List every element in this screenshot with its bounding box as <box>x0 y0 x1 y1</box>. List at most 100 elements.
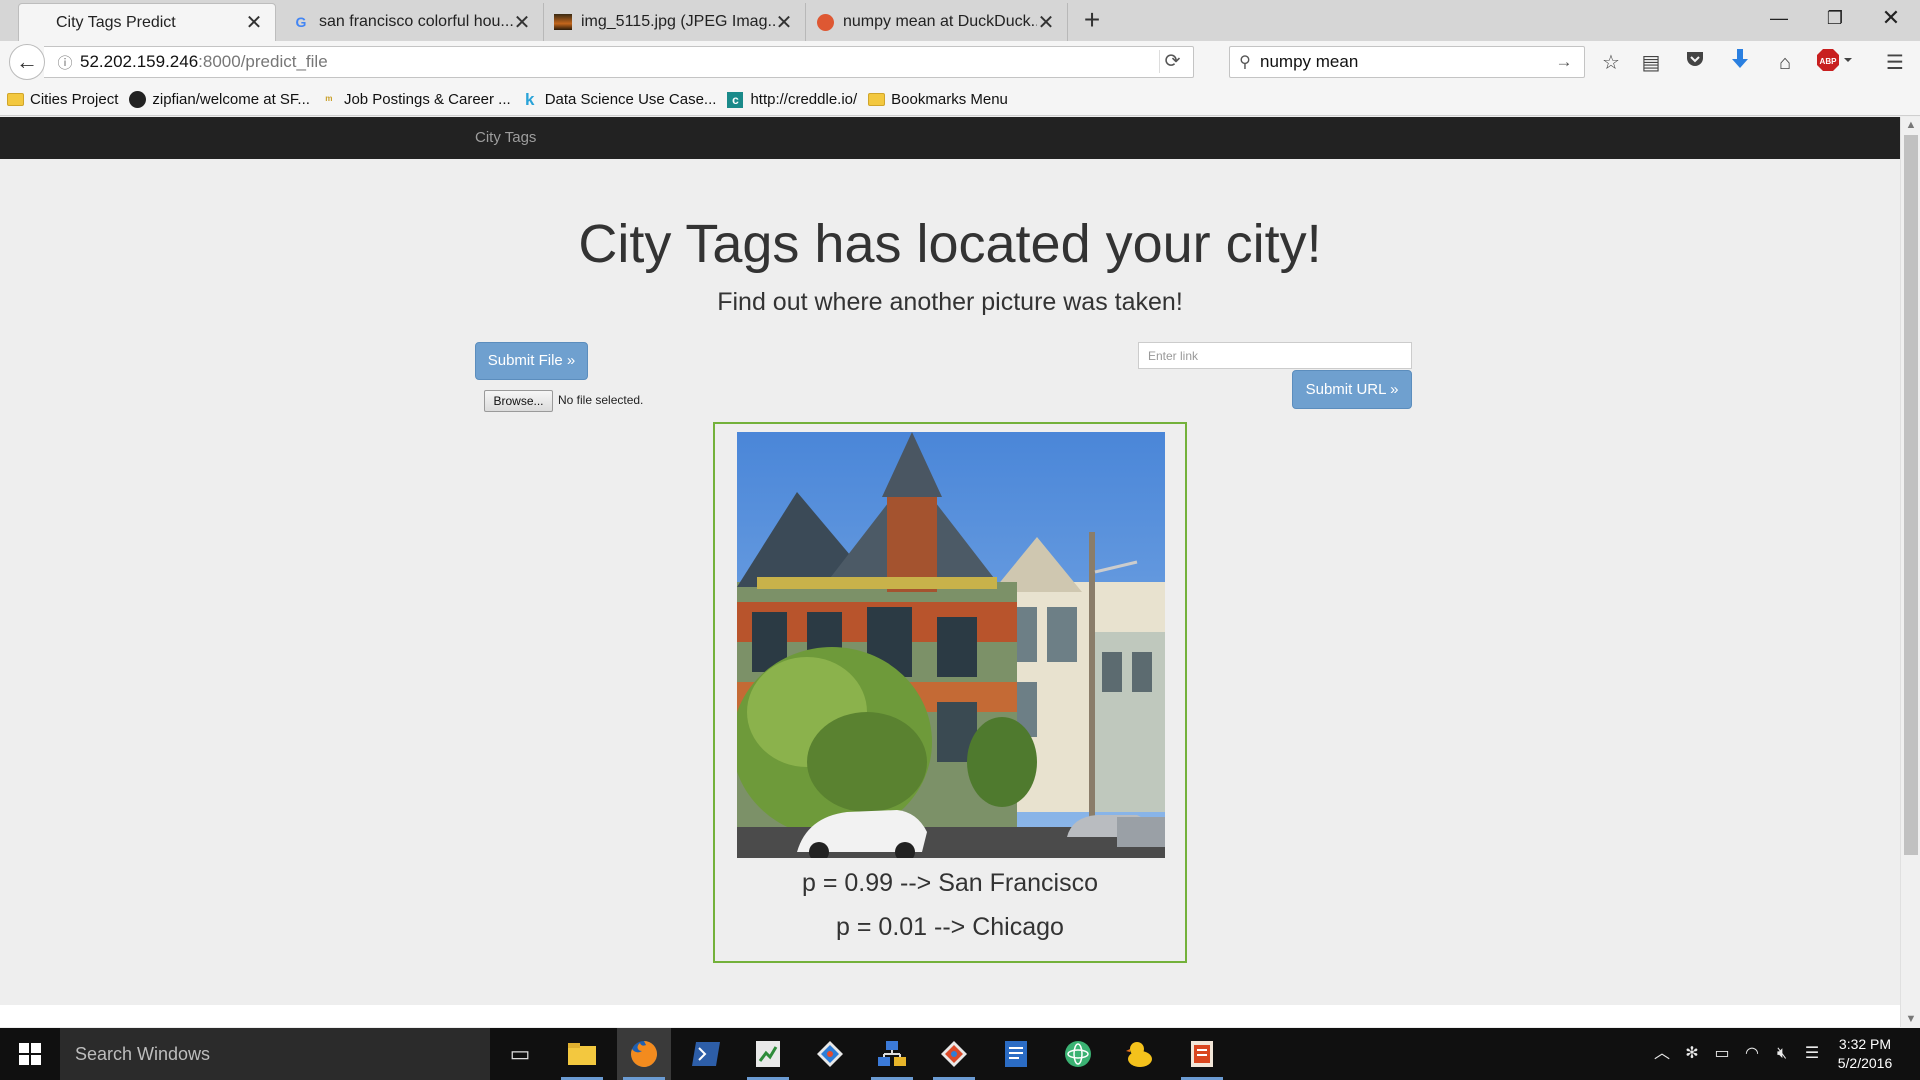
tab-strip: City Tags Predict ✕ G san francisco colo… <box>0 0 1920 41</box>
task-view-icon[interactable]: ▭ <box>493 1028 547 1080</box>
volume-muted-icon[interactable]: 🔇︎ <box>1767 1028 1797 1080</box>
bookmark-label: Cities Project <box>30 91 119 108</box>
bookmarks-toolbar: Cities Project zipfian/welcome at SF... … <box>0 84 1920 116</box>
atom-editor-icon[interactable] <box>1051 1028 1105 1080</box>
prediction-line-1: p = 0.99 --> San Francisco <box>802 869 1098 897</box>
page-viewport: City Tags City Tags has located your cit… <box>0 117 1900 1027</box>
close-icon[interactable]: ✕ <box>245 10 263 35</box>
image-thumbnail-icon <box>554 13 572 31</box>
bookmark-job-postings[interactable]: ᵐ Job Postings & Career ... <box>320 91 511 109</box>
close-window-icon[interactable]: ✕ <box>1868 0 1914 36</box>
tab-city-tags-predict[interactable]: City Tags Predict ✕ <box>18 3 276 41</box>
scroll-down-arrow-icon[interactable]: ▼ <box>1901 1013 1920 1025</box>
browse-file-button[interactable]: Browse... <box>484 390 553 412</box>
pocket-icon[interactable] <box>1680 49 1710 77</box>
search-icon: ⚲ <box>1239 54 1251 71</box>
k-icon: k <box>524 89 535 109</box>
link-input[interactable] <box>1138 342 1412 369</box>
c-icon: c <box>726 91 744 109</box>
search-go-arrow-icon[interactable]: → <box>1550 52 1578 72</box>
tab-title: numpy mean at DuckDuck... <box>843 13 1037 30</box>
adblock-plus-icon[interactable]: ABP <box>1815 49 1855 77</box>
git-diamond-icon[interactable] <box>803 1028 857 1080</box>
scroll-up-arrow-icon[interactable]: ▲ <box>1901 119 1920 131</box>
page-footer-area <box>0 1005 1900 1027</box>
site-navbar: City Tags <box>0 117 1900 159</box>
firefox-icon[interactable] <box>617 1028 671 1080</box>
submit-file-button[interactable]: Submit File » <box>475 342 588 380</box>
svg-text:ABP: ABP <box>1820 57 1838 66</box>
new-tab-plus-icon[interactable]: + <box>1077 4 1107 36</box>
tab-title: san francisco colorful hou... <box>319 13 513 30</box>
reload-icon[interactable]: ⟳ <box>1159 50 1185 73</box>
duck-app-icon[interactable] <box>1113 1028 1167 1080</box>
spreadsheet-app-icon[interactable] <box>741 1028 795 1080</box>
clock-time: 3:32 PM <box>1838 1036 1892 1052</box>
page-subtitle: Find out where another picture was taken… <box>717 288 1183 316</box>
page-title: City Tags has located your city! <box>578 214 1322 274</box>
uploaded-city-photo <box>737 432 1165 858</box>
bookmark-zipfian-welcome[interactable]: zipfian/welcome at SF... <box>128 91 310 109</box>
close-icon[interactable]: ✕ <box>513 10 531 35</box>
bookmark-data-science-use-case[interactable]: k Data Science Use Case... <box>521 89 717 109</box>
no-file-status: No file selected. <box>558 393 644 407</box>
file-explorer-icon[interactable] <box>555 1028 609 1080</box>
back-arrow-icon[interactable]: ← <box>9 44 45 80</box>
submit-url-button[interactable]: Submit URL » <box>1292 370 1412 409</box>
bookmark-label: Job Postings & Career ... <box>343 91 511 108</box>
download-icon[interactable] <box>1725 49 1755 77</box>
address-bar[interactable]: ⓘ 52.202.159.246:8000/predict_file ⟳ <box>44 46 1194 78</box>
tab-title: img_5115.jpg (JPEG Imag... <box>581 13 775 30</box>
site-icon: ᵐ <box>325 92 333 107</box>
bookmark-label: Data Science Use Case... <box>544 91 717 108</box>
windows-taskbar: Search Windows ▭ ︿ ✻ ▭ ◠ 🔇︎ ☰ 3:32 PM 5/… <box>0 1028 1920 1080</box>
navigation-toolbar: ⓘ 52.202.159.246:8000/predict_file ⟳ ← ⚲… <box>0 41 1920 84</box>
network-app-icon[interactable] <box>865 1028 919 1080</box>
duckduckgo-icon <box>816 13 834 31</box>
tab-jpeg-image[interactable]: img_5115.jpg (JPEG Imag... ✕ <box>544 3 806 41</box>
text-document-icon[interactable] <box>989 1028 1043 1080</box>
bookmark-label: Bookmarks Menu <box>891 91 1008 108</box>
folder-icon <box>6 91 24 109</box>
pdf-document-icon[interactable] <box>1175 1028 1229 1080</box>
powershell-icon[interactable] <box>679 1028 733 1080</box>
bookmark-bookmarks-menu[interactable]: Bookmarks Menu <box>867 91 1008 109</box>
result-panel: p = 0.99 --> San Francisco p = 0.01 --> … <box>713 422 1187 963</box>
git-gui-icon[interactable] <box>927 1028 981 1080</box>
restore-icon[interactable]: ❐ <box>1812 0 1858 36</box>
bookmark-label: zipfian/welcome at SF... <box>152 91 310 108</box>
tab-google-search[interactable]: G san francisco colorful hou... ✕ <box>282 3 544 41</box>
show-hidden-icons-chevron-icon[interactable]: ︿ <box>1647 1028 1677 1080</box>
search-bar[interactable]: ⚲ → <box>1229 46 1585 78</box>
minimize-icon[interactable]: — <box>1756 0 1802 36</box>
close-icon[interactable]: ✕ <box>775 10 793 35</box>
bookmark-creddle[interactable]: c http://creddle.io/ <box>726 91 857 109</box>
tab-duckduckgo[interactable]: numpy mean at DuckDuck... ✕ <box>806 3 1068 41</box>
github-icon <box>128 91 146 109</box>
home-icon[interactable]: ⌂ <box>1770 49 1800 77</box>
battery-icon[interactable]: ▭ <box>1707 1028 1737 1080</box>
close-icon[interactable]: ✕ <box>1037 10 1055 35</box>
wifi-icon[interactable]: ◠ <box>1737 1028 1767 1080</box>
clock-date: 5/2/2016 <box>1837 1055 1893 1071</box>
search-input[interactable] <box>1260 52 1550 72</box>
tab-title: City Tags Predict <box>56 13 176 31</box>
windows-search-box[interactable]: Search Windows <box>60 1028 490 1080</box>
settings-gear-tray-icon[interactable]: ✻ <box>1677 1028 1707 1080</box>
windows-start-icon[interactable] <box>0 1028 60 1080</box>
info-icon[interactable]: ⓘ <box>50 52 80 73</box>
google-icon: G <box>295 14 307 30</box>
navbar-brand-link[interactable]: City Tags <box>475 129 536 146</box>
address-host: 52.202.159.246 <box>80 52 199 71</box>
page-scrollbar[interactable]: ▲ ▼ <box>1900 117 1920 1027</box>
bookmark-star-icon[interactable]: ☆ <box>1596 49 1626 77</box>
prediction-line-2: p = 0.01 --> Chicago <box>836 913 1064 941</box>
bookmark-cities-project[interactable]: Cities Project <box>6 91 118 109</box>
bookmarks-list-icon[interactable]: ▤ <box>1636 49 1666 77</box>
menu-hamburger-icon[interactable]: ☰ <box>1880 49 1910 77</box>
blank-page-icon <box>29 14 47 32</box>
system-clock[interactable]: 3:32 PM 5/2/2016 <box>1820 1035 1910 1073</box>
bookmark-label: http://creddle.io/ <box>750 91 858 108</box>
address-path: :8000/predict_file <box>198 52 328 71</box>
scrollbar-thumb[interactable] <box>1904 135 1918 855</box>
